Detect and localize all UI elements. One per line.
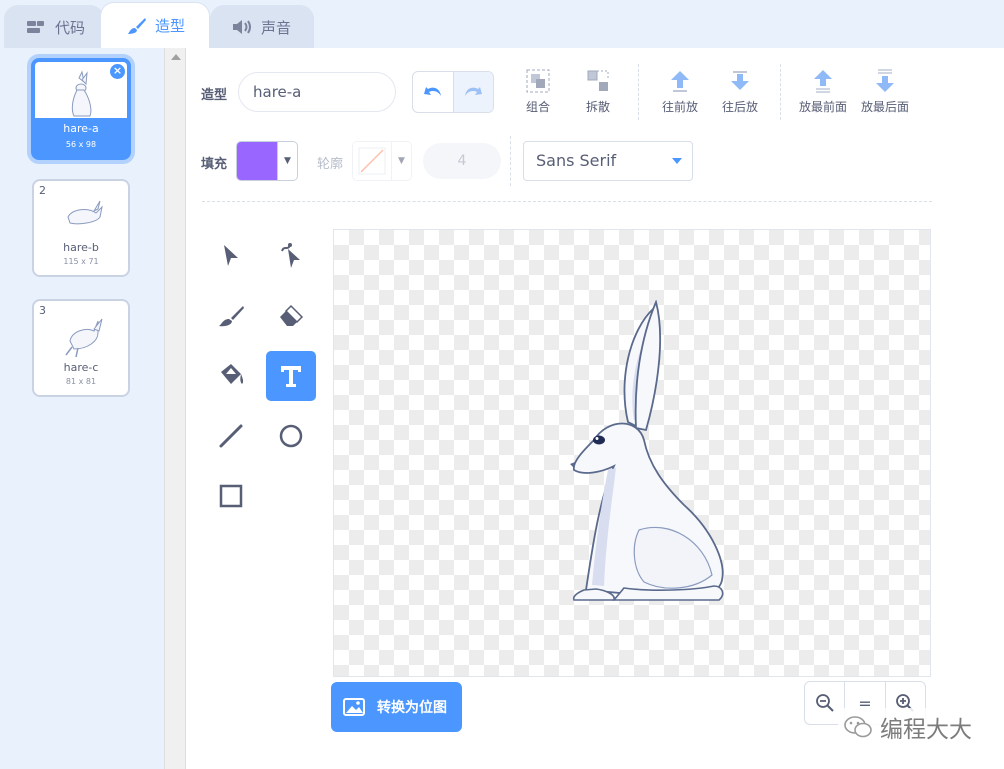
toolbar-divider [638,64,639,120]
wechat-logo-icon [844,716,872,738]
convert-to-bitmap-label: 转换为位图 [377,700,447,716]
costume-size: 81 x 81 [65,377,97,386]
forward-label: 往前放 [661,100,698,114]
costume-list-scrollbar[interactable] [164,48,186,769]
back-label: 放最后面 [860,100,909,114]
tab-code[interactable]: 代码 [4,5,104,48]
costume-number: 1 [38,63,45,76]
reshape-icon [281,243,300,268]
fill-label: 填充 [201,157,228,172]
undo-button[interactable] [413,72,453,112]
group-icon [526,69,550,93]
costume-name-label: 造型 [201,88,228,103]
arrow-down-icon [731,71,749,90]
ungroup-icon [587,70,609,91]
dropdown-caret-icon: ▼ [391,142,411,180]
undo-redo-group [412,71,494,113]
brush-tool[interactable] [206,291,256,341]
undo-icon [423,87,441,96]
backward-button[interactable]: 往后放 [712,68,768,118]
fill-color-picker[interactable]: ▼ [236,141,298,181]
tab-code-label: 代码 [55,18,86,37]
redo-icon [465,87,483,96]
font-dropdown[interactable]: Sans Serif [523,141,693,181]
circle-tool[interactable] [266,411,316,461]
circle-icon [279,424,303,448]
outline-label: 轮廓 [317,157,344,172]
fill-color-swatch [237,142,277,180]
group-label: 组合 [525,100,550,114]
rectangle-icon [219,484,243,508]
dropdown-caret-icon: ▼ [277,142,297,180]
arrow-bottom-icon [876,69,894,92]
eraser-icon [280,304,304,326]
forward-button[interactable]: 往前放 [652,68,708,118]
costume-item-hare-c[interactable]: 3 hare-c 81 x 81 [32,299,130,397]
costume-name-input[interactable]: hare-a [238,72,396,112]
paint-editor-app: 代码 造型 声音 1 × hare-a 56 x 98 2 hare-b 115… [0,0,1004,769]
fill-tool[interactable] [206,351,256,401]
costume-name: hare-c [63,361,99,374]
front-label: 放最前面 [798,100,847,114]
ungroup-button[interactable]: 拆散 [570,68,626,118]
line-tool[interactable] [206,411,256,461]
tab-costumes[interactable]: 造型 [100,2,210,48]
costume-number: 3 [39,304,46,317]
send-to-back-button[interactable]: 放最后面 [854,68,916,118]
outline-width-input[interactable]: 4 [423,143,501,179]
costume-size: 115 x 71 [63,257,99,266]
arrow-top-icon [814,70,832,93]
no-outline-swatch [353,142,391,180]
redo-button[interactable] [452,72,493,112]
reshape-tool[interactable] [266,231,316,281]
tab-sounds-label: 声音 [261,18,292,37]
font-name: Sans Serif [536,151,617,170]
paint-bucket-icon [221,364,244,384]
dropdown-caret-icon [672,158,682,164]
drawing-canvas[interactable] [333,229,931,677]
zoom-out-icon [815,694,834,712]
text-tool[interactable] [266,351,316,401]
scroll-up-arrow-icon[interactable] [171,54,181,60]
tab-costumes-label: 造型 [155,17,186,35]
costume-item-hare-b[interactable]: 2 hare-b 115 x 71 [32,179,130,277]
code-blocks-icon [27,20,47,34]
watermark-text: 编程大大 [880,717,972,743]
costume-number: 2 [39,184,46,197]
line-icon [219,424,243,448]
convert-to-bitmap-button[interactable]: 转换为位图 [331,682,462,732]
hare-b-thumbnail [58,191,106,239]
tab-sounds[interactable]: 声音 [210,5,314,48]
costume-item-hare-a[interactable]: 1 × hare-a 56 x 98 [31,58,131,160]
select-tool[interactable] [206,231,256,281]
hare-sprite-image[interactable] [544,300,734,610]
hare-c-thumbnail [58,311,106,359]
editor-tab-bar: 代码 造型 声音 [0,0,1004,48]
brush-icon [219,306,244,327]
toolbar-divider [780,64,781,120]
outline-color-picker[interactable]: ▼ [352,141,412,181]
speaker-icon [231,19,253,35]
text-t-icon [281,366,301,387]
arrow-up-icon [671,71,689,92]
costume-name: hare-b [63,241,99,254]
hare-a-thumbnail [57,70,105,118]
delete-costume-button[interactable]: × [109,63,126,80]
toolbar-separator [202,201,932,202]
arrow-pointer-icon [224,245,238,266]
bring-to-front-button[interactable]: 放最前面 [792,68,854,118]
backward-label: 往后放 [721,100,758,114]
image-icon [343,698,365,716]
wechat-watermark: 编程大大 [838,708,978,746]
eraser-tool[interactable] [266,291,316,341]
rectangle-tool[interactable] [206,471,256,521]
toolbar-divider [510,136,511,186]
group-button[interactable]: 组合 [510,68,566,118]
costume-size: 56 x 98 [65,140,97,149]
paint-editor: 造型 hare-a 组合 拆散 往前放 往后放 放最前面 放最后面 填充 ▼ 轮… [186,48,1004,769]
paintbrush-icon [127,17,147,35]
ungroup-label: 拆散 [585,100,610,114]
costume-name: hare-a [63,122,99,135]
